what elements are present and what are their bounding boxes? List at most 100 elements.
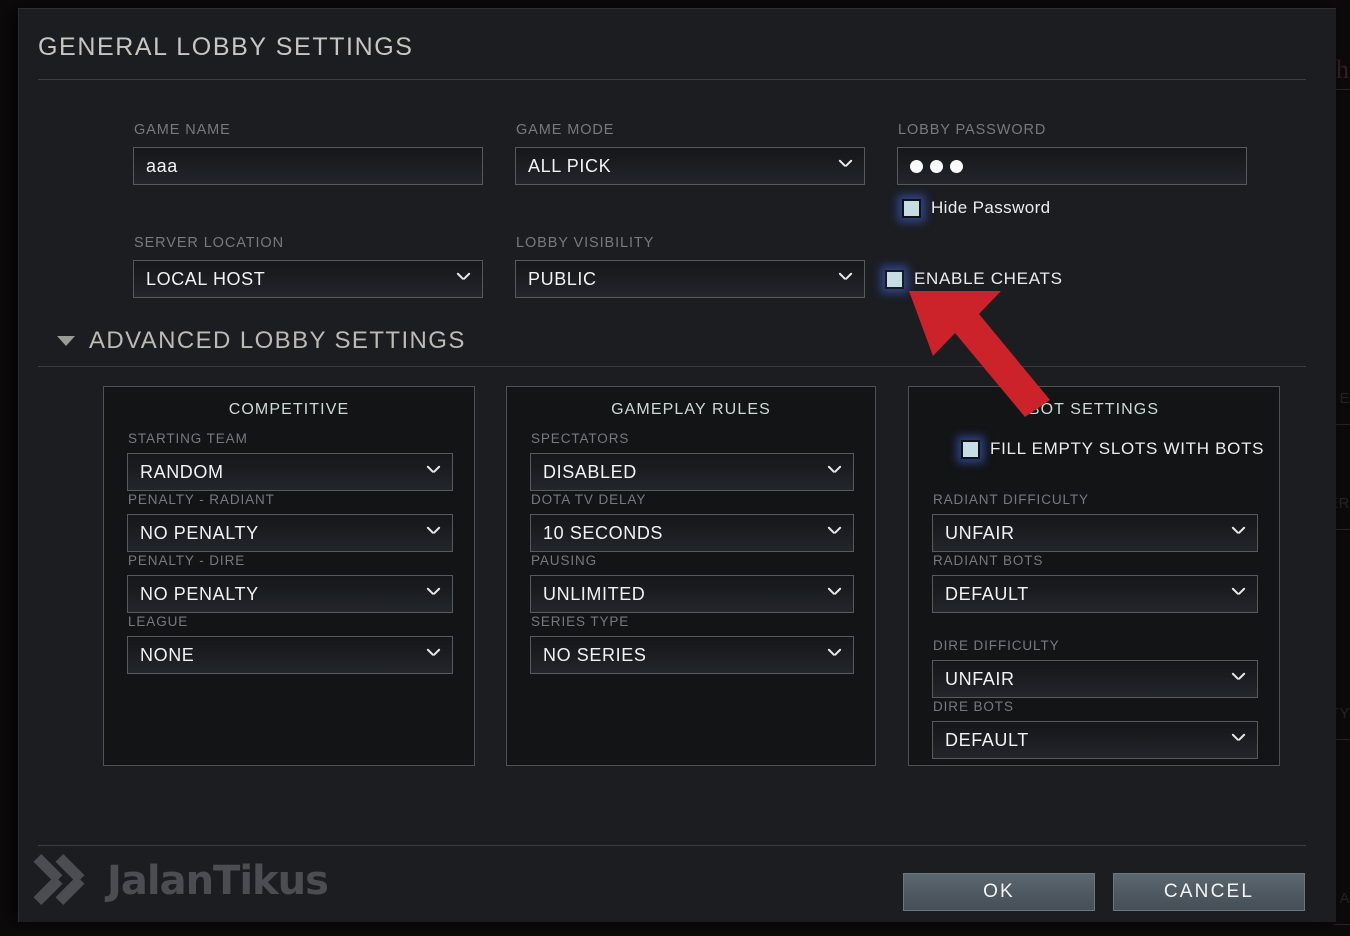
game-mode-dropdown[interactable]: ALL PICK [515, 147, 865, 185]
panel-competitive: COMPETITIVE STARTING TEAM RANDOM PENALTY -… [103, 386, 475, 766]
chevron-down-icon [426, 463, 441, 478]
competitive-field-2-dropdown[interactable]: NO PENALTY [127, 575, 453, 613]
competitive-field-2-label: PENALTY - DIRE [128, 553, 246, 568]
background-rule [1334, 89, 1350, 90]
competitive-field-3-label: LEAGUE [128, 614, 189, 629]
competitive-field-3-value: NONE [140, 644, 195, 665]
chevron-down-icon [426, 646, 441, 661]
panel-gameplay-title: GAMEPLAY RULES [611, 401, 771, 418]
screen: h E ER TY A GENERAL LOBBY SETTINGS GAME NAME… [0, 0, 1350, 936]
bots-field-0-label: RADIANT DIFFICULTY [933, 492, 1089, 507]
jalantikus-logo-icon [31, 854, 93, 907]
bots-field-2-value: UNFAIR [945, 668, 1015, 689]
watermark-text: JalanTikus [107, 858, 329, 904]
chevron-down-icon [838, 157, 853, 172]
bots-field-0-value: UNFAIR [945, 522, 1015, 543]
server-location-label: SERVER LOCATION [134, 235, 284, 251]
server-location-value: LOCAL HOST [146, 268, 266, 289]
competitive-field-1-dropdown[interactable]: NO PENALTY [127, 514, 453, 552]
competitive-field-3-dropdown[interactable]: NONE [127, 636, 453, 674]
background-rule [1334, 739, 1350, 740]
bots-field-2-dropdown[interactable]: UNFAIR [932, 660, 1258, 698]
lobby-settings-dialog: GENERAL LOBBY SETTINGS GAME NAME aaa GAM… [18, 8, 1336, 922]
ok-button[interactable]: OK [903, 873, 1095, 911]
competitive-field-2-value: NO PENALTY [140, 583, 259, 604]
background-rule [1334, 529, 1350, 530]
panel-competitive-title: COMPETITIVE [228, 401, 350, 418]
gameplay-field-3-dropdown[interactable]: NO SERIES [530, 636, 854, 674]
enable-cheats-label: ENABLE CHEATS [914, 269, 1063, 288]
chevron-down-icon [456, 270, 471, 285]
lobby-password-input[interactable] [897, 147, 1247, 185]
chevron-down-icon [827, 524, 842, 539]
background-rule [1334, 924, 1350, 925]
background-text-fragment: A [1339, 890, 1350, 907]
gameplay-field-3-label: SERIES TYPE [531, 614, 630, 629]
gameplay-field-0-label: SPECTATORS [531, 431, 630, 446]
gameplay-field-0-dropdown[interactable]: DISABLED [530, 453, 854, 491]
bots-field-1-dropdown[interactable]: DEFAULT [932, 575, 1258, 613]
hide-password-checkbox[interactable]: Hide Password [902, 198, 1051, 218]
bots-field-1-value: DEFAULT [945, 583, 1029, 604]
chevron-down-icon [827, 463, 842, 478]
server-location-dropdown[interactable]: LOCAL HOST [133, 260, 483, 298]
gameplay-field-0-value: DISABLED [543, 461, 637, 482]
panel-bots-title: BOT SETTINGS [1028, 401, 1160, 418]
competitive-field-0-dropdown[interactable]: RANDOM [127, 453, 453, 491]
chevron-down-icon [426, 524, 441, 539]
chevron-down-icon [838, 270, 853, 285]
enable-cheats-checkbox[interactable]: ENABLE CHEATS [885, 269, 1063, 289]
advanced-settings-title: ADVANCED LOBBY SETTINGS [89, 327, 466, 354]
chevron-down-icon [1231, 670, 1246, 685]
advanced-settings-toggle[interactable]: ADVANCED LOBBY SETTINGS [57, 327, 466, 355]
gameplay-field-1-dropdown[interactable]: 10 SECONDS [530, 514, 854, 552]
fill-empty-slots-checkbox[interactable]: FILL EMPTY SLOTS WITH BOTS [961, 439, 1264, 459]
game-name-input[interactable]: aaa [133, 147, 483, 185]
panel-bot-settings: BOT SETTINGS FILL EMPTY SLOTS WITH BOTS … [908, 386, 1280, 766]
competitive-field-0-label: STARTING TEAM [128, 431, 248, 446]
bots-field-3-dropdown[interactable]: DEFAULT [932, 721, 1258, 759]
bots-field-3-label: DIRE BOTS [933, 699, 1014, 714]
checkbox-checked-icon [885, 269, 904, 289]
bots-field-2-label: DIRE DIFFICULTY [933, 638, 1060, 653]
panel-gameplay-rules: GAMEPLAY RULES SPECTATORS DISABLED DOTA TV… [506, 386, 876, 766]
background-rule [1334, 424, 1350, 425]
competitive-field-0-value: RANDOM [140, 461, 224, 482]
lobby-visibility-dropdown[interactable]: PUBLIC [515, 260, 865, 298]
checkbox-checked-icon [961, 439, 980, 459]
gameplay-field-1-value: 10 SECONDS [543, 522, 664, 543]
game-name-value: aaa [146, 155, 178, 176]
chevron-down-icon [1231, 731, 1246, 746]
gameplay-field-1-label: DOTA TV DELAY [531, 492, 647, 507]
bots-field-3-value: DEFAULT [945, 729, 1029, 750]
game-mode-label: GAME MODE [516, 122, 615, 138]
advanced-divider [38, 366, 1306, 367]
page-title: GENERAL LOBBY SETTINGS [38, 33, 414, 61]
chevron-down-icon [1231, 585, 1246, 600]
triangle-down-icon [57, 336, 75, 346]
chevron-down-icon [827, 585, 842, 600]
lobby-visibility-label: LOBBY VISIBILITY [516, 235, 655, 251]
cancel-button[interactable]: CANCEL [1113, 873, 1305, 911]
gameplay-field-3-value: NO SERIES [543, 644, 647, 665]
title-divider [38, 79, 1306, 80]
chevron-down-icon [827, 646, 842, 661]
lobby-password-label: LOBBY PASSWORD [898, 122, 1047, 138]
bots-field-0-dropdown[interactable]: UNFAIR [932, 514, 1258, 552]
competitive-field-1-label: PENALTY - RADIANT [128, 492, 275, 507]
fill-empty-slots-label: FILL EMPTY SLOTS WITH BOTS [990, 439, 1265, 458]
chevron-down-icon [1231, 524, 1246, 539]
hide-password-label: Hide Password [931, 198, 1051, 217]
gameplay-field-2-value: UNLIMITED [543, 583, 646, 604]
password-masked-value [910, 159, 963, 173]
competitive-field-1-value: NO PENALTY [140, 522, 259, 543]
footer-divider [38, 845, 1306, 846]
gameplay-field-2-label: PAUSING [531, 553, 598, 568]
chevron-down-icon [426, 585, 441, 600]
background-text-fragment: E [1339, 390, 1350, 407]
game-mode-value: ALL PICK [528, 155, 612, 176]
watermark: JalanTikus [31, 854, 329, 907]
gameplay-field-2-dropdown[interactable]: UNLIMITED [530, 575, 854, 613]
lobby-visibility-value: PUBLIC [528, 268, 597, 289]
background-text-fragment: h [1336, 55, 1350, 84]
